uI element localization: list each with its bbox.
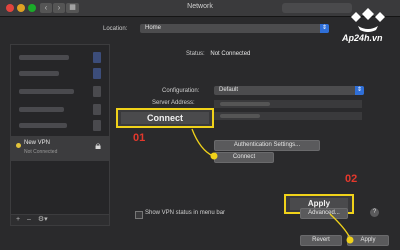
status-dot-icon <box>16 143 21 148</box>
account-name-field[interactable] <box>214 112 362 120</box>
list-item[interactable] <box>15 51 105 65</box>
status-value: Not Connected <box>210 51 251 57</box>
configuration-select[interactable]: Default ⇕ <box>214 86 364 95</box>
status-label: Status: <box>186 51 205 57</box>
blurred-service-name <box>19 107 64 112</box>
list-item[interactable] <box>15 85 105 99</box>
arrow-to-connect <box>191 128 214 157</box>
service-icon <box>93 52 101 63</box>
service-icon <box>93 86 101 97</box>
chevron-updown-icon: ⇕ <box>320 24 329 33</box>
service-icon <box>93 68 101 79</box>
step-label-02: 02 <box>345 173 358 185</box>
service-list[interactable]: New VPN Not Connected 🔒︎ <box>10 44 110 216</box>
watermark-text: Ap24h.vn <box>342 33 383 43</box>
configuration-label: Configuration: <box>162 88 200 94</box>
service-list-toolbar: + – ⚙▾ <box>10 214 110 226</box>
remove-service-button[interactable]: – <box>27 216 31 223</box>
service-icon <box>93 120 101 131</box>
step-label-01: 01 <box>133 132 146 144</box>
server-address-field[interactable] <box>214 100 362 108</box>
blurred-service-name <box>19 89 74 94</box>
gear-icon[interactable]: ⚙▾ <box>38 216 48 223</box>
status-row: Status: Not Connected <box>186 51 250 57</box>
blurred-account-value <box>220 114 260 118</box>
blurred-service-name <box>19 55 69 60</box>
apply-button[interactable]: Apply <box>347 235 389 246</box>
lock-icon: 🔒︎ <box>95 140 101 152</box>
location-label: Location: <box>103 26 128 32</box>
connect-button-zoomed[interactable]: Connect <box>121 112 209 124</box>
show-vpn-status-checkbox[interactable] <box>135 211 143 219</box>
vpn-name: New VPN <box>24 140 51 146</box>
network-window: ‹ › ▦ Network Location: Home ⇕ New VPN N… <box>0 0 400 250</box>
connect-button[interactable]: Connect <box>214 152 274 163</box>
advanced-button[interactable]: Advanced... <box>300 208 348 219</box>
authentication-settings-button[interactable]: Authentication Settings... <box>214 140 320 151</box>
service-icon <box>93 104 101 115</box>
list-item[interactable] <box>15 119 105 133</box>
location-select[interactable]: Home ⇕ <box>140 24 329 33</box>
list-item[interactable] <box>15 103 105 117</box>
show-vpn-status-label: Show VPN status in menu bar <box>145 210 226 216</box>
help-icon[interactable]: ? <box>370 208 379 217</box>
blurred-service-name <box>19 123 67 128</box>
list-item[interactable] <box>15 67 105 81</box>
revert-button[interactable]: Revert <box>300 235 342 246</box>
location-value: Home <box>145 25 162 31</box>
blurred-service-name <box>19 71 59 76</box>
sidebar-item-new-vpn[interactable]: New VPN Not Connected 🔒︎ <box>11 136 109 161</box>
blurred-server-value <box>220 102 270 106</box>
add-service-button[interactable]: + <box>16 216 20 223</box>
configuration-value: Default <box>219 87 239 93</box>
connect-highlight-callout: Connect <box>116 108 214 128</box>
server-address-label: Server Address: <box>152 100 195 106</box>
vpn-status: Not Connected <box>24 149 58 155</box>
chevron-updown-icon: ⇕ <box>355 86 364 95</box>
